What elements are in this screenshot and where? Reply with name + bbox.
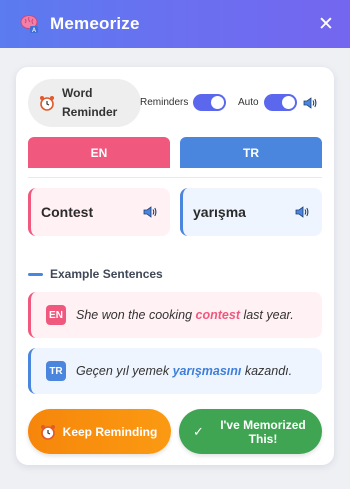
auto-toggle-group: Auto (238, 94, 318, 111)
target-word: yarışma (193, 204, 246, 220)
reminders-toggle[interactable] (193, 94, 227, 111)
speaker-icon[interactable] (294, 204, 310, 220)
source-word-box: Contest (28, 188, 170, 236)
main-card: Word Reminder Reminders Auto EN TR Conte… (16, 67, 334, 465)
language-badge-tr: TR (46, 361, 66, 381)
app-header: A Memeorize ✕ (0, 0, 350, 48)
keep-reminding-label: Keep Reminding (62, 424, 158, 439)
sentence-text: She won the cooking contest last year. (76, 308, 294, 322)
highlighted-word: yarışmasını (172, 364, 242, 378)
reminders-toggle-group: Reminders (140, 94, 227, 111)
example-sentence-en: EN She won the cooking contest last year… (28, 292, 322, 338)
highlighted-word: contest (195, 308, 240, 322)
word-reminder-label: Word Reminder (62, 86, 118, 119)
alarm-clock-icon (39, 95, 55, 111)
source-word: Contest (41, 204, 94, 220)
alarm-clock-icon (40, 424, 56, 440)
checkmark-icon: ✓ (193, 423, 204, 439)
memorized-label: I've Memorized This! (220, 417, 306, 446)
controls-row: Word Reminder Reminders Auto (28, 79, 324, 127)
language-badge-en: EN (46, 305, 66, 325)
close-icon[interactable]: ✕ (316, 15, 336, 34)
target-word-box: yarışma (180, 188, 322, 236)
tab-en[interactable]: EN (28, 137, 170, 168)
app-title: Memeorize (50, 14, 140, 33)
reminders-label: Reminders (140, 97, 189, 108)
tab-tr[interactable]: TR (180, 137, 322, 168)
word-reminder-pill: Word Reminder (28, 79, 141, 127)
speaker-icon[interactable] (142, 204, 158, 220)
tab-divider (28, 177, 322, 178)
speaker-icon[interactable] (302, 95, 318, 111)
memorized-button[interactable]: ✓ I've Memorized This! (179, 409, 322, 454)
example-sentence-tr: TR Geçen yıl yemek yarışmasını kazandı. (28, 348, 322, 394)
example-sentences-heading: Example Sentences (28, 267, 163, 281)
sentence-text: Geçen yıl yemek yarışmasını kazandı. (76, 364, 293, 378)
brain-icon: A (18, 13, 40, 35)
keep-reminding-button[interactable]: Keep Reminding (28, 409, 171, 454)
example-sentences-title: Example Sentences (50, 267, 163, 281)
auto-toggle[interactable] (263, 94, 297, 111)
auto-label: Auto (238, 97, 259, 108)
